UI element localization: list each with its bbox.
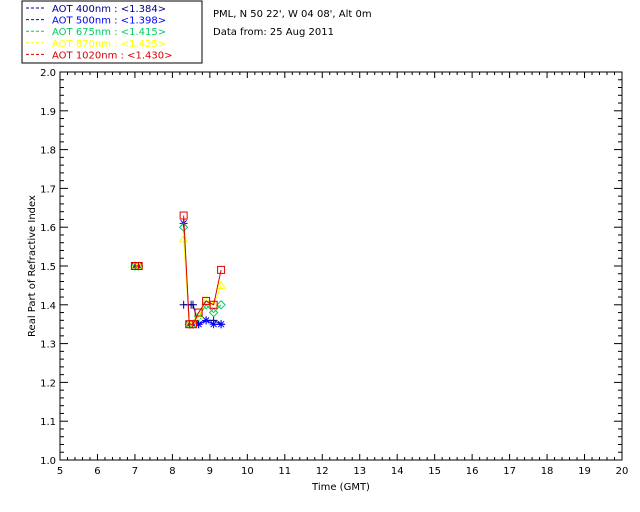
y-tick-label: 1.4 [40, 301, 56, 312]
x-tick-label: 10 [241, 466, 254, 477]
site-info-line: PML, N 50 22', W 04 08', Alt 0m [213, 9, 372, 20]
x-tick-labels: 5 6 7 8 9 10 11 12 13 14 15 16 17 18 19 20 [57, 466, 629, 477]
x-tick-label: 13 [353, 466, 366, 477]
y-tick-labels: 1.0 1.1 1.2 1.3 1.4 1.5 1.6 1.7 1.8 1.9 2.0 [40, 68, 56, 467]
y-axis-label: Real Part of Refractive Index [27, 195, 38, 337]
y-tick-label: 1.7 [40, 184, 56, 195]
series-3 [130, 222, 226, 329]
x-tick-label: 14 [391, 466, 404, 477]
plus-marker [179, 300, 188, 309]
legend-entry: AOT 400nm : <1.384> [52, 4, 166, 15]
x-tick-label: 17 [503, 466, 516, 477]
x-tick-label: 15 [428, 466, 441, 477]
y-tick-label: 1.6 [40, 223, 56, 234]
x-tick-label: 12 [316, 466, 329, 477]
x-tick-label: 5 [57, 466, 63, 477]
asterisk-marker [217, 320, 226, 329]
x-tick-label: 8 [169, 466, 175, 477]
asterisk-marker [209, 320, 218, 329]
series-5 [130, 211, 226, 329]
y-tick-label: 1.8 [40, 146, 56, 157]
y-tick-label: 1.1 [40, 417, 56, 428]
legend-entry: AOT 500nm : <1.398> [52, 16, 166, 27]
y-tick-label: 2.0 [40, 68, 56, 79]
x-tick-label: 20 [616, 466, 629, 477]
y-tick-label: 1.5 [40, 262, 56, 273]
asterisk-marker [202, 316, 211, 325]
plus-marker [189, 300, 198, 309]
y-tick-label: 1.3 [40, 340, 56, 351]
legend-entry: AOT 870nm : <1.425> [52, 39, 166, 50]
y-tick-label: 1.0 [40, 456, 56, 467]
series-1 [130, 262, 226, 329]
refractive-index-chart: 5 6 7 8 9 10 11 12 13 14 15 16 17 18 19 20 1.0 1.1 1.2 1.3… [21, 0, 629, 493]
date-info-line: Data from: 25 Aug 2011 [213, 27, 334, 38]
x-tick-label: 6 [94, 466, 100, 477]
legend-entry: AOT 675nm : <1.415> [52, 27, 166, 38]
legend-entry: AOT 1020nm : <1.430> [52, 50, 172, 61]
plot-area [59, 71, 623, 461]
x-tick-label: 7 [132, 466, 138, 477]
x-tick-label: 16 [466, 466, 479, 477]
y-tick-label: 1.2 [40, 378, 56, 389]
x-axis-label: Time (GMT) [311, 482, 370, 493]
y-tick-label: 1.9 [40, 107, 56, 118]
x-tick-label: 9 [207, 466, 213, 477]
x-tick-label: 18 [541, 466, 554, 477]
series-layer [130, 211, 226, 329]
x-tick-label: 19 [578, 466, 591, 477]
axis-ticks [59, 71, 623, 461]
x-tick-label: 11 [278, 466, 291, 477]
